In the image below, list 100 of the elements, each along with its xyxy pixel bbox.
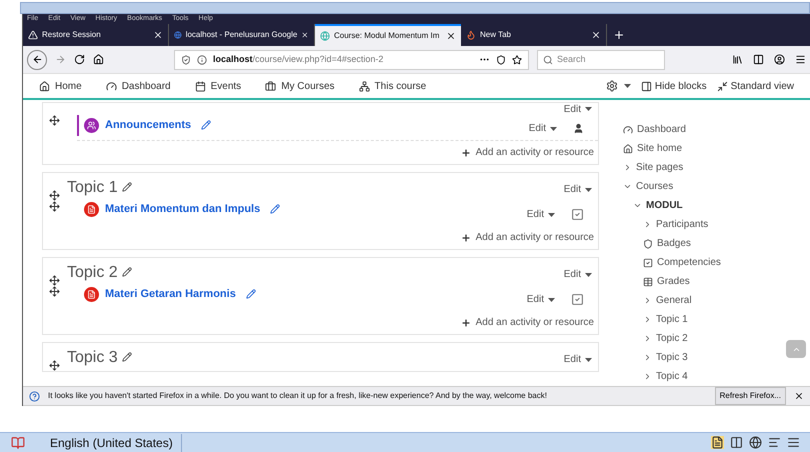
- plus-icon: [460, 148, 471, 158]
- sidebar-item[interactable]: MODUL: [646, 198, 683, 213]
- chevron-right-icon[interactable]: [643, 353, 652, 362]
- sidebar-item[interactable]: Badges: [657, 236, 691, 251]
- edit-menu[interactable]: Edit: [564, 103, 592, 115]
- search-icon: [543, 54, 553, 64]
- home-icon: [623, 144, 633, 154]
- search-field[interactable]: Search: [537, 50, 665, 70]
- chevron-right-icon[interactable]: [643, 315, 652, 324]
- back-button[interactable]: [27, 50, 47, 70]
- star-icon[interactable]: [512, 54, 522, 64]
- caret-icon: [585, 358, 592, 362]
- draft-icon: [787, 436, 800, 449]
- tab-title: Course: Modul Momentum Im: [334, 30, 440, 42]
- sidebar-item[interactable]: Dashboard: [637, 122, 686, 137]
- chevron-right-icon[interactable]: [643, 220, 652, 229]
- activity-link[interactable]: Materi Momentum dan Impuls: [105, 201, 260, 218]
- chevron-down-icon[interactable]: [623, 182, 632, 191]
- sidebar-item[interactable]: Competencies: [657, 255, 721, 270]
- language-status[interactable]: English (United States): [50, 434, 182, 452]
- caret-icon: [624, 84, 631, 88]
- navbar-link[interactable]: My Courses: [265, 78, 335, 94]
- back-arrow-icon: [32, 54, 42, 65]
- browser-tab[interactable]: Course: Modul Momentum Im: [315, 24, 461, 46]
- pencil-icon: [246, 289, 256, 300]
- chevron-right-icon[interactable]: [643, 372, 652, 381]
- caret-icon: [585, 107, 592, 111]
- add-activity-link[interactable]: Add an activity or resource: [460, 230, 594, 245]
- book-icon: [10, 436, 26, 450]
- url-text: localhost/course/view.php?id=4#section-2: [213, 52, 384, 66]
- caret-icon: [550, 126, 557, 130]
- move-icon: [49, 201, 60, 212]
- navbar-link[interactable]: Events: [194, 78, 242, 94]
- completion-checkbox[interactable]: [571, 208, 584, 221]
- sidebar-item[interactable]: Grades: [657, 274, 690, 289]
- move-icon: [49, 190, 60, 201]
- gauge-icon: [623, 124, 633, 134]
- outline-icon: [768, 436, 781, 449]
- forum-icon: [84, 118, 99, 133]
- shrink-arrows-icon: [716, 80, 728, 92]
- sidebar-item[interactable]: Topic 1: [656, 312, 688, 327]
- navbar-link[interactable]: Dashboard: [106, 78, 171, 94]
- edit-menu[interactable]: Edit: [526, 207, 555, 222]
- navbar-link[interactable]: Standard view: [716, 78, 794, 94]
- edit-menu[interactable]: Edit: [564, 352, 592, 367]
- sidebar-icon: [753, 54, 764, 65]
- sidebar-item[interactable]: General: [656, 293, 692, 308]
- close-icon[interactable]: [591, 30, 601, 40]
- navbar-link[interactable]: Home: [39, 78, 82, 94]
- add-activity-link[interactable]: Add an activity or resource: [460, 315, 594, 330]
- gauge-icon: [106, 80, 117, 92]
- caret-icon: [548, 298, 555, 302]
- sidebar-item[interactable]: Site pages: [636, 160, 684, 175]
- reload-button[interactable]: [74, 54, 85, 65]
- help-icon: [29, 390, 40, 402]
- panel-icon: [640, 80, 652, 92]
- activity-link[interactable]: Materi Getaran Harmonis: [105, 286, 236, 302]
- address-bar[interactable]: localhost/course/view.php?id=4#section-2: [174, 50, 529, 70]
- sidebar-item[interactable]: Site home: [637, 141, 682, 156]
- sidebar-item[interactable]: Participants: [656, 217, 708, 232]
- edit-menu[interactable]: Edit: [528, 121, 557, 136]
- new-tab-icon[interactable]: [613, 29, 625, 41]
- shield-icon: [643, 238, 653, 248]
- add-activity-link[interactable]: Add an activity or resource: [460, 145, 594, 160]
- chevron-right-icon[interactable]: [643, 334, 652, 343]
- close-icon[interactable]: [794, 391, 804, 401]
- move-icon: [49, 275, 60, 286]
- completion-checkbox[interactable]: [571, 293, 584, 306]
- chevron-right-icon[interactable]: [643, 296, 652, 305]
- home-button[interactable]: [93, 54, 104, 65]
- pencil-icon: [270, 204, 280, 214]
- chevron-down-icon[interactable]: [633, 201, 642, 210]
- navbar-link[interactable]: This course: [358, 78, 426, 94]
- caret-icon: [585, 188, 592, 192]
- search-input[interactable]: Search: [557, 52, 647, 66]
- sidebar-item[interactable]: Topic 4: [656, 369, 688, 384]
- calendar-icon: [194, 80, 206, 92]
- sidebar-item[interactable]: Courses: [636, 179, 674, 194]
- edit-menu[interactable]: Edit: [564, 267, 592, 282]
- sidebar-item[interactable]: Topic 3: [656, 350, 688, 365]
- caret-icon: [548, 212, 555, 216]
- edit-menu[interactable]: Edit: [564, 182, 592, 197]
- pencil-icon: [122, 182, 132, 192]
- sidebar-item[interactable]: Topic 2: [656, 331, 688, 346]
- print-layout-icon: [711, 436, 724, 449]
- navbar-link[interactable]: Hide blocks: [640, 78, 707, 94]
- shield-icon: [181, 54, 191, 64]
- close-icon[interactable]: [153, 30, 163, 40]
- chevron-right-icon[interactable]: [623, 163, 632, 172]
- pencil-icon: [122, 267, 132, 277]
- close-icon[interactable]: [301, 30, 309, 40]
- pencil-icon: [122, 352, 132, 362]
- close-icon[interactable]: [446, 31, 456, 41]
- edit-menu[interactable]: Edit: [526, 292, 555, 307]
- activity-link[interactable]: Announcements: [105, 117, 192, 134]
- home-icon: [39, 80, 50, 92]
- person-icon: [573, 123, 584, 134]
- reading-layout-icon: [730, 436, 743, 449]
- settings-icon[interactable]: [606, 80, 618, 92]
- refresh-button[interactable]: Refresh Firefox...: [714, 387, 786, 405]
